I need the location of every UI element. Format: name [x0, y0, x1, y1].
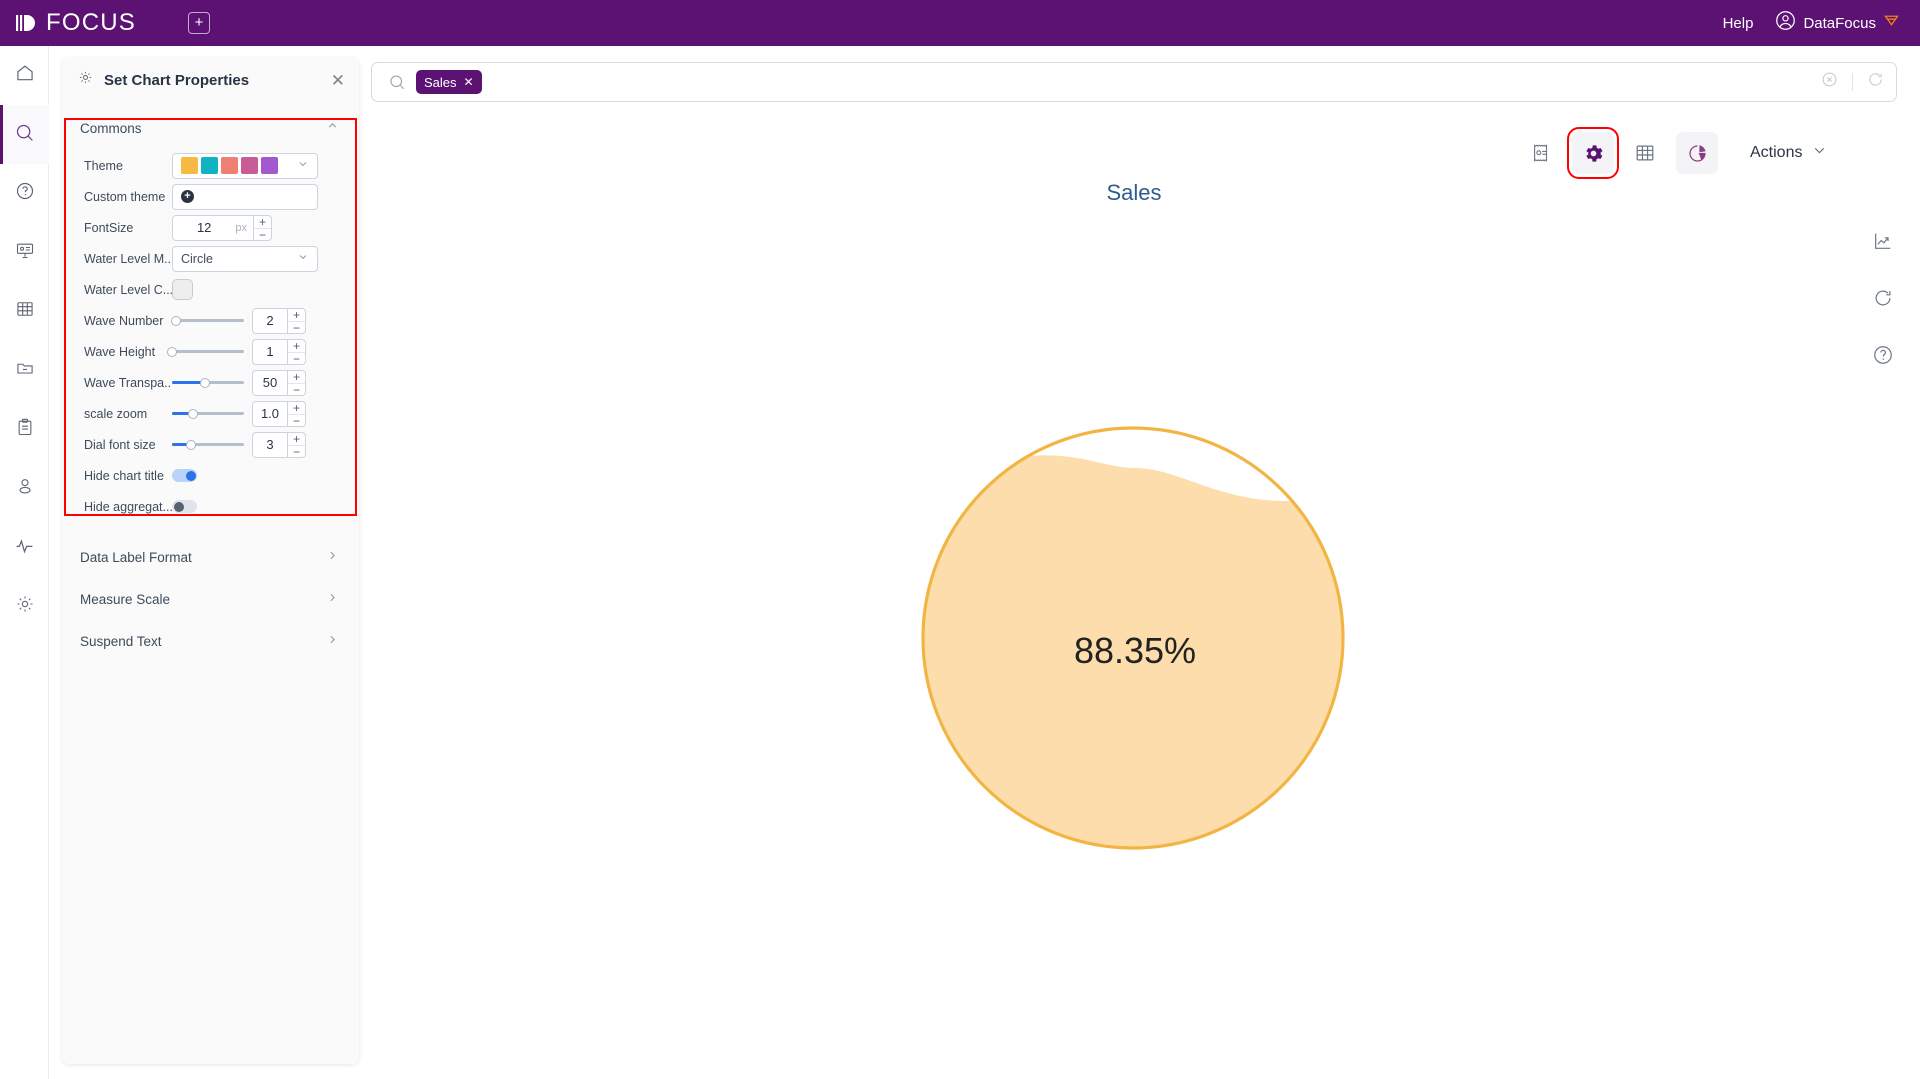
- slider-track: [172, 319, 244, 322]
- clipboard-icon: [15, 417, 35, 442]
- page-title: Set Chart Properties: [104, 71, 250, 89]
- left-nav-rail: [0, 46, 49, 1079]
- search-icon: [384, 73, 410, 91]
- sidebar-item-help[interactable]: [0, 164, 49, 223]
- sidebar-item-folder[interactable]: [0, 341, 49, 400]
- section-measure-scale-label: Measure Scale: [80, 591, 171, 607]
- actions-label: Actions: [1750, 144, 1803, 161]
- presentation-icon: [15, 240, 35, 265]
- actions-menu[interactable]: Actions: [1750, 142, 1828, 164]
- diamond-badge-icon: [1883, 12, 1900, 34]
- sidebar-item-dashboard[interactable]: [0, 223, 49, 282]
- gauge-value-label: 88.35%: [1073, 630, 1197, 671]
- wave-transparency-slider[interactable]: [172, 370, 244, 396]
- hide-aggregate-toggle[interactable]: [172, 500, 197, 513]
- search-bar[interactable]: Sales ✕: [371, 62, 1897, 102]
- refresh-icon[interactable]: [1872, 287, 1894, 309]
- sidebar-item-data-table[interactable]: [0, 282, 49, 341]
- section-measure-scale[interactable]: Measure Scale: [62, 578, 359, 620]
- brand-logo[interactable]: FOCUS: [14, 9, 136, 37]
- gear-icon[interactable]: [1567, 127, 1619, 179]
- wave-height-slider[interactable]: [167, 339, 244, 365]
- section-data-label-format[interactable]: Data Label Format: [62, 536, 359, 578]
- brand-name: FOCUS: [46, 9, 136, 36]
- folder-minus-icon: [15, 358, 35, 383]
- page-title: Sales: [1106, 180, 1162, 205]
- slider-knob[interactable]: [171, 315, 181, 326]
- avatar: [1775, 10, 1796, 36]
- wave-number-slider[interactable]: [171, 308, 244, 334]
- focus-logo-icon: [14, 10, 40, 36]
- section-suspend-text[interactable]: Suspend Text: [62, 620, 359, 662]
- account-name: DataFocus: [1803, 14, 1876, 32]
- top-bar: FOCUS + Help DataFocus: [0, 0, 1920, 46]
- scale-zoom-slider[interactable]: [172, 401, 244, 427]
- sidebar-item-settings[interactable]: [0, 577, 49, 636]
- table-grid-icon[interactable]: [1624, 132, 1666, 174]
- sidebar-item-monitor[interactable]: [0, 518, 49, 577]
- search-chip-label: Sales: [424, 74, 457, 90]
- new-tab-button[interactable]: +: [188, 12, 210, 34]
- slider-track: [172, 350, 244, 353]
- gear-icon: [15, 594, 35, 619]
- section-suspend-text-label: Suspend Text: [80, 633, 162, 649]
- search-chip-sales[interactable]: Sales ✕: [416, 70, 482, 94]
- close-icon[interactable]: ✕: [464, 76, 474, 88]
- clear-circle-icon[interactable]: [1821, 71, 1838, 93]
- hide-chart-title-toggle[interactable]: [172, 469, 197, 482]
- user-icon: [15, 476, 35, 501]
- trend-chart-icon[interactable]: [1872, 230, 1894, 252]
- toggle-knob: [185, 470, 196, 481]
- close-icon[interactable]: ✕: [331, 72, 345, 89]
- sidebar-item-home[interactable]: [0, 46, 49, 105]
- chart-properties-panel: Set Chart Properties ✕ Commons Theme Cus…: [62, 58, 359, 1064]
- slider-knob[interactable]: [188, 408, 198, 419]
- slider-knob[interactable]: [200, 377, 210, 388]
- help-link[interactable]: Help: [1723, 15, 1754, 32]
- question-circle-icon: [15, 181, 35, 206]
- section-data-label-format-label: Data Label Format: [80, 549, 192, 565]
- chevron-right-icon: [326, 549, 339, 565]
- panel-header: Set Chart Properties ✕: [62, 58, 359, 102]
- divider: [1852, 73, 1853, 91]
- dial-font-size-slider[interactable]: [172, 432, 244, 458]
- sidebar-item-user[interactable]: [0, 459, 49, 518]
- chart-toolbar: Actions: [1520, 127, 1828, 179]
- slider-knob[interactable]: [186, 439, 196, 450]
- toggle-knob: [173, 501, 184, 512]
- water-level-gauge-chart: 88.35%: [920, 420, 1350, 860]
- account-menu[interactable]: DataFocus: [1775, 10, 1900, 36]
- question-circle-icon[interactable]: [1872, 344, 1894, 366]
- sidebar-item-search[interactable]: [0, 105, 49, 164]
- chevron-right-icon: [326, 633, 339, 649]
- chart-side-tools: [1872, 230, 1894, 366]
- pulse-icon: [14, 535, 35, 561]
- pie-chart-icon[interactable]: [1676, 132, 1718, 174]
- chevron-down-icon: [1811, 142, 1828, 164]
- slider-knob[interactable]: [167, 346, 177, 357]
- search-icon: [14, 122, 35, 148]
- gear-icon: [78, 70, 93, 90]
- table-grid-icon: [15, 299, 35, 324]
- home-icon: [15, 63, 35, 88]
- sidebar-item-clipboard[interactable]: [0, 400, 49, 459]
- refresh-icon[interactable]: [1867, 71, 1884, 93]
- chevron-right-icon: [326, 591, 339, 607]
- answer-icon[interactable]: [1520, 132, 1562, 174]
